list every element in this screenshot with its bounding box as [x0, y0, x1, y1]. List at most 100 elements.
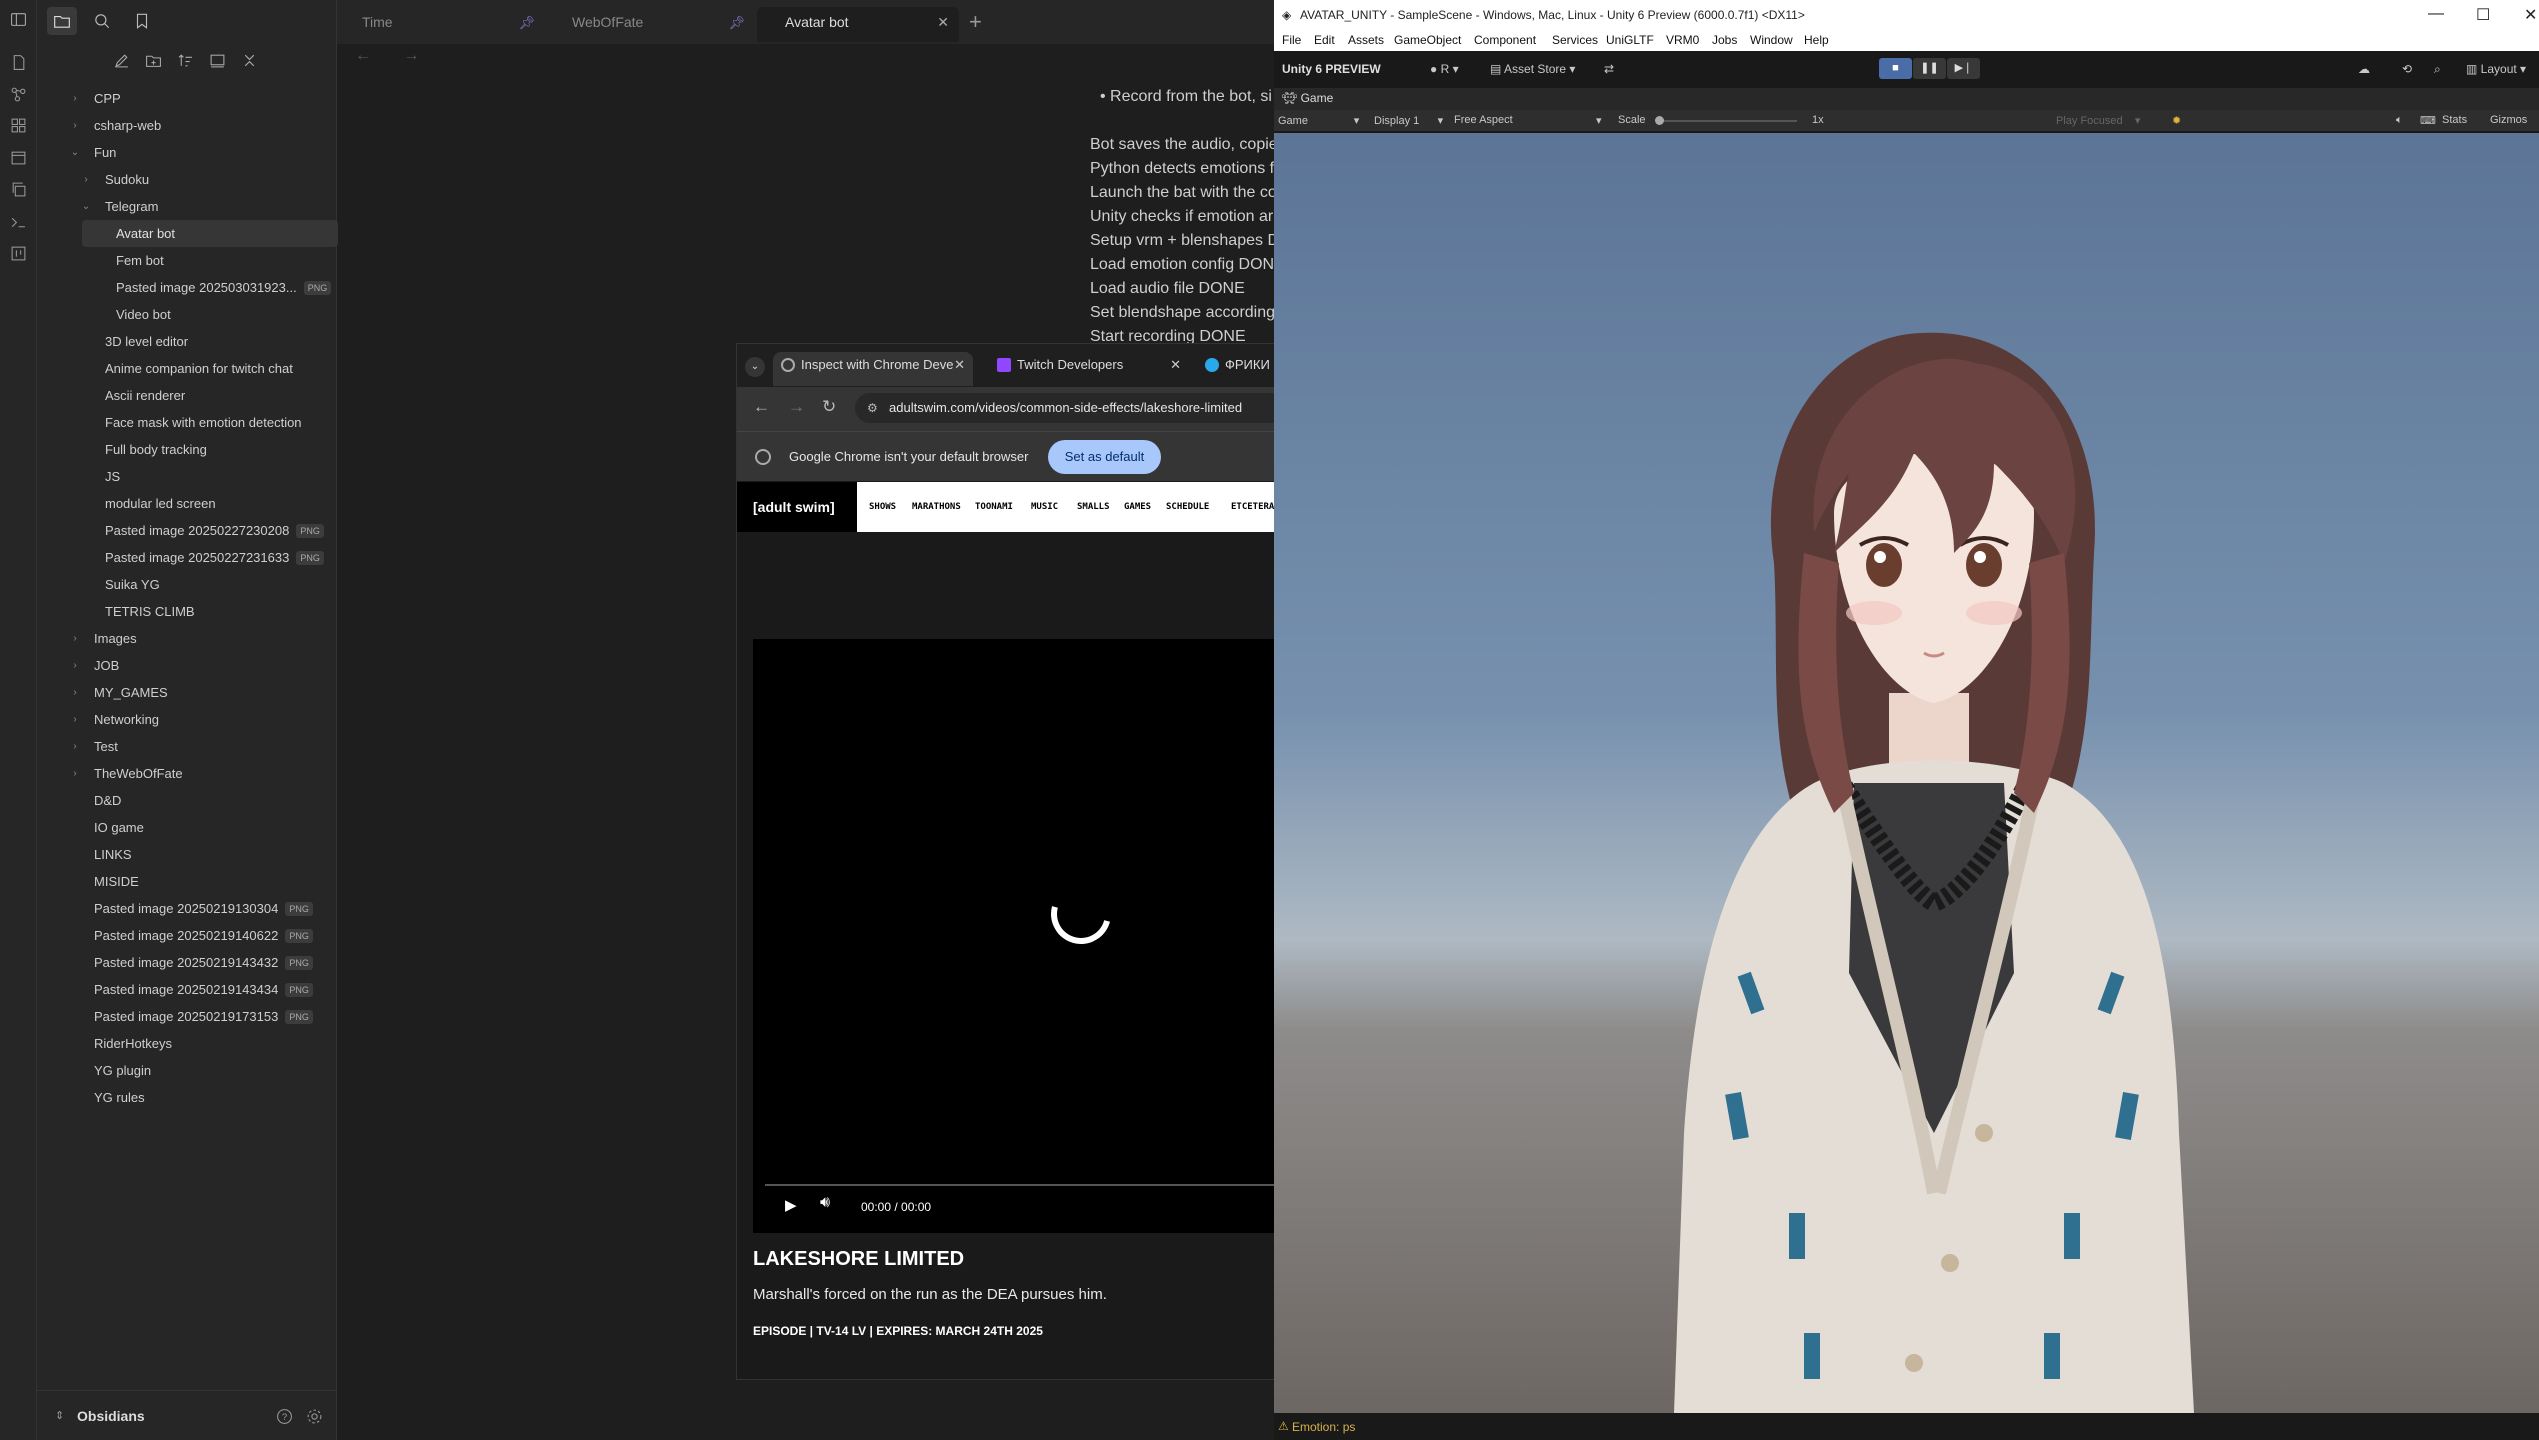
- bookmark-icon[interactable]: [127, 7, 157, 35]
- menu-item[interactable]: UniGLTF: [1606, 33, 1654, 47]
- game-tab[interactable]: 👾︎ Game: [1274, 88, 2539, 110]
- tree-item[interactable]: TETRIS CLIMB: [50, 598, 338, 625]
- tree-item[interactable]: Suika YG: [50, 571, 338, 598]
- site-info-icon[interactable]: ⚙: [867, 401, 878, 415]
- tree-item[interactable]: Pasted image 20250219143432 PNG: [50, 949, 338, 976]
- pin-icon[interactable]: 📌︎: [518, 8, 535, 38]
- search-icon[interactable]: ⌕: [2434, 62, 2441, 77]
- close-icon[interactable]: ✕: [937, 7, 949, 37]
- chevron-right-icon[interactable]: ›: [69, 112, 81, 139]
- search-icon[interactable]: [87, 7, 117, 35]
- volume-icon[interactable]: 🔊︎: [820, 1194, 830, 1212]
- menu-item[interactable]: Component: [1474, 33, 1536, 47]
- cloud-icon[interactable]: ☁: [2358, 62, 2370, 76]
- pause-button[interactable]: ❚❚: [1913, 58, 1946, 79]
- tree-item[interactable]: Face mask with emotion detection: [50, 409, 338, 436]
- gizmos-button[interactable]: Gizmos: [2490, 114, 2527, 126]
- status-message[interactable]: Emotion: ps: [1292, 1420, 1355, 1434]
- minimize-icon[interactable]: —: [2428, 5, 2444, 23]
- close-icon[interactable]: ✕: [1170, 352, 1181, 378]
- menu-item[interactable]: File: [1282, 33, 1301, 47]
- chevron-right-icon[interactable]: ›: [69, 652, 81, 679]
- game-viewport[interactable]: [1274, 133, 2539, 1413]
- chevron-down-icon[interactable]: ⌄: [69, 139, 81, 166]
- site-nav-item[interactable]: TOONAMI: [975, 502, 1013, 512]
- aspect-dropdown[interactable]: Free Aspect: [1454, 114, 1513, 126]
- tree-item[interactable]: › Test: [50, 733, 338, 760]
- terminal-icon[interactable]: [6, 210, 30, 234]
- close-icon[interactable]: ✕: [954, 352, 965, 378]
- tree-item[interactable]: Pasted image 20250219173153 PNG: [50, 1003, 338, 1030]
- tree-item[interactable]: Pasted image 20250227231633 PNG: [50, 544, 338, 571]
- tree-item[interactable]: 3D level editor: [50, 328, 338, 355]
- back-icon[interactable]: ←: [753, 397, 770, 417]
- site-logo[interactable]: [adult swim]: [737, 482, 857, 532]
- tab-search-chevron-icon[interactable]: ⌄: [745, 357, 765, 377]
- site-nav-item[interactable]: MARATHONS: [912, 502, 961, 512]
- video-player[interactable]: ▶ 🔊︎ 00:00 / 00:00: [753, 639, 1275, 1233]
- tree-item[interactable]: YG plugin: [50, 1057, 338, 1084]
- new-tab-button[interactable]: +: [969, 9, 982, 35]
- step-button[interactable]: ▶❘: [1947, 58, 1980, 79]
- collapse-all-icon[interactable]: [237, 47, 262, 73]
- stats-button[interactable]: Stats: [2442, 114, 2467, 126]
- tree-item[interactable]: ⌄ Fun: [50, 139, 338, 166]
- tree-item[interactable]: › TheWebOfFate: [50, 760, 338, 787]
- scale-slider-knob[interactable]: [1655, 116, 1664, 125]
- set-default-button[interactable]: Set as default: [1048, 440, 1161, 474]
- tree-item[interactable]: D&D: [50, 787, 338, 814]
- vault-switcher[interactable]: ⇕ Obsidians ?: [37, 1390, 337, 1440]
- settings-gear-icon[interactable]: [303, 1405, 325, 1427]
- kanban-icon[interactable]: [6, 241, 30, 265]
- tree-item[interactable]: modular led screen: [50, 490, 338, 517]
- new-folder-icon[interactable]: [141, 47, 166, 73]
- tree-item[interactable]: › Networking: [50, 706, 338, 733]
- nav-arrows[interactable]: ← →: [355, 47, 433, 65]
- account-button[interactable]: ● R ▾: [1430, 62, 1459, 76]
- site-nav-item[interactable]: ETCETERA: [1231, 502, 1274, 512]
- tree-item[interactable]: Pasted image 20250227230208 PNG: [50, 517, 338, 544]
- tree-item[interactable]: JS: [50, 463, 338, 490]
- tab-freaks[interactable]: ФРИКИ: [1197, 352, 1275, 386]
- tree-item[interactable]: › Sudoku: [50, 166, 338, 193]
- chevron-right-icon[interactable]: ›: [69, 85, 81, 112]
- forward-icon[interactable]: →: [788, 397, 805, 417]
- sort-icon[interactable]: [173, 47, 198, 73]
- reveal-icon[interactable]: [205, 47, 230, 73]
- reload-icon[interactable]: ↻: [822, 397, 836, 417]
- chevron-right-icon[interactable]: ›: [69, 679, 81, 706]
- tree-item[interactable]: › CPP: [50, 85, 338, 112]
- tab-twitch[interactable]: Twitch Developers ✕: [989, 352, 1189, 386]
- chevron-right-icon[interactable]: ›: [69, 733, 81, 760]
- history-icon[interactable]: ⟲: [2402, 62, 2412, 76]
- tab-inspect[interactable]: Inspect with Chrome Deve ✕: [773, 352, 973, 386]
- tree-item[interactable]: Pasted image 20250219130304 PNG: [50, 895, 338, 922]
- chevron-right-icon[interactable]: ›: [69, 760, 81, 787]
- help-icon[interactable]: ?: [273, 1405, 295, 1427]
- asset-store-button[interactable]: ▤ Asset Store ▾: [1490, 62, 1575, 76]
- play-focused-dropdown[interactable]: Play Focused ▾: [2056, 114, 2140, 127]
- menu-item[interactable]: Assets: [1348, 33, 1384, 47]
- chevron-down-icon[interactable]: ⌄: [80, 193, 92, 220]
- site-nav-item[interactable]: SCHEDULE: [1166, 502, 1209, 512]
- tree-item[interactable]: Anime companion for twitch chat: [50, 355, 338, 382]
- tree-item[interactable]: Ascii renderer: [50, 382, 338, 409]
- tree-item[interactable]: › Images: [50, 625, 338, 652]
- graph-icon[interactable]: [6, 82, 30, 106]
- site-nav-item[interactable]: SHOWS: [869, 502, 896, 512]
- tree-item[interactable]: LINKS: [50, 841, 338, 868]
- site-nav-item[interactable]: MUSIC: [1031, 502, 1058, 512]
- tree-item[interactable]: MISIDE: [50, 868, 338, 895]
- tree-item[interactable]: › JOB: [50, 652, 338, 679]
- menu-item[interactable]: Services: [1552, 33, 1598, 47]
- tree-item[interactable]: › MY_GAMES: [50, 679, 338, 706]
- close-icon[interactable]: ✕: [2524, 5, 2537, 25]
- mute-icon[interactable]: 🔈︎: [2396, 114, 2403, 127]
- display-dropdown[interactable]: Display 1 ▾: [1374, 114, 1443, 127]
- menu-item[interactable]: GameObject: [1394, 33, 1461, 47]
- sidebar-toggle-icon[interactable]: [6, 7, 30, 31]
- view-dropdown[interactable]: Game ▾: [1278, 114, 1359, 127]
- address-bar[interactable]: ⚙ adultswim.com/videos/common-side-effec…: [855, 393, 1275, 423]
- calendar-icon[interactable]: [6, 145, 30, 169]
- pin-icon[interactable]: 📌︎: [728, 8, 745, 38]
